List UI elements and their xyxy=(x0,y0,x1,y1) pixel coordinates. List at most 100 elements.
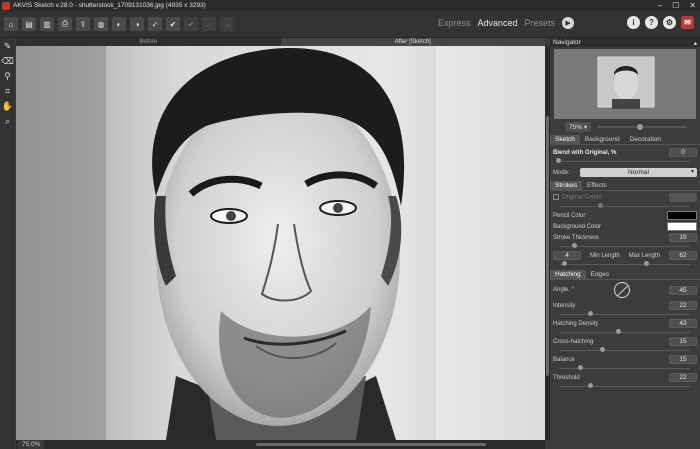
blend-mode-select[interactable]: Normal ▾ xyxy=(580,168,697,177)
app-icon xyxy=(2,1,10,10)
blend-value[interactable]: 0 xyxy=(669,148,697,157)
settings-disabled-icon: ✔ xyxy=(184,17,198,31)
intensity-label: Intensity xyxy=(553,302,576,309)
hatching-density-value[interactable]: 43 xyxy=(669,319,697,328)
navigator-zoom-select[interactable]: 75% ▾ xyxy=(565,122,592,132)
background-color-swatch[interactable] xyxy=(667,222,697,231)
navigator-zoom-slider[interactable] xyxy=(597,124,688,130)
pencil-tool-icon[interactable]: ✎ xyxy=(2,40,14,52)
batch-icon[interactable]: ◍ xyxy=(94,17,108,31)
threshold-value[interactable]: 22 xyxy=(669,373,697,382)
maximize-button[interactable]: ☐ xyxy=(672,1,679,10)
threshold-slider[interactable] xyxy=(560,383,690,390)
info-icon[interactable]: i xyxy=(627,16,640,29)
horizontal-scroll-thumb[interactable] xyxy=(256,443,486,446)
pencil-color-label: Pencil Color xyxy=(553,212,586,219)
original-colors-slider xyxy=(560,203,690,210)
cross-hatching-label: Cross-hatching xyxy=(553,338,594,345)
run-play-icon[interactable]: ▶ xyxy=(562,17,575,29)
settings-panel: Navigator ▴ 75% ▾ Sketch Background Deco… xyxy=(550,38,700,449)
vertical-scroll-thumb[interactable] xyxy=(546,116,549,376)
close-button[interactable]: ✕ xyxy=(689,1,696,10)
tab-hatching[interactable]: Hatching xyxy=(550,270,586,279)
mode-express[interactable]: Express xyxy=(438,18,471,28)
min-length-value[interactable]: 4 xyxy=(553,251,581,260)
max-length-label: Max Length xyxy=(628,252,661,259)
sketch-portrait-image xyxy=(16,46,545,440)
cross-hatching-slider[interactable] xyxy=(560,347,690,354)
tab-after-sketch[interactable]: After [Sketch] xyxy=(280,38,545,46)
zoom-level[interactable]: 75.0% xyxy=(18,440,45,449)
min-length-label: Min Length xyxy=(589,252,620,259)
load-strokes-icon[interactable]: ◐ xyxy=(112,17,126,31)
navigator-title: Navigator xyxy=(553,39,581,46)
original-colors-value xyxy=(669,193,697,202)
save-file-icon[interactable]: ▥ xyxy=(40,17,54,31)
balance-value[interactable]: 15 xyxy=(669,355,697,364)
tab-strokes[interactable]: Strokes xyxy=(550,181,583,190)
navigator-header: Navigator ▴ xyxy=(550,38,700,47)
original-colors-label: Original Colors xyxy=(562,194,602,201)
share-icon[interactable]: ⇪ xyxy=(76,17,90,31)
undo-icon[interactable]: ← xyxy=(202,17,216,31)
stamp-tool-icon[interactable]: ⚲ xyxy=(2,70,14,82)
hatching-tabs: Hatching Edges xyxy=(550,270,700,280)
stroke-tabs: Strokes Effects xyxy=(550,181,700,191)
save-strokes-icon[interactable]: ◑ xyxy=(130,17,144,31)
threshold-label: Threshold xyxy=(553,374,580,381)
window-title: AKVIS Sketch v.28.0 - shutterstock_17091… xyxy=(13,2,206,9)
tools-panel: ✎ ⌫ ⚲ ⌗ ✋ ⌕ xyxy=(0,38,15,449)
balance-label: Balance xyxy=(553,356,575,363)
zoom-tool-icon[interactable]: ⌕ xyxy=(2,115,14,127)
balance-slider[interactable] xyxy=(560,365,690,372)
stroke-thickness-slider[interactable] xyxy=(560,243,690,250)
home-icon[interactable]: ⌂ xyxy=(4,17,18,31)
tab-effects[interactable]: Effects xyxy=(582,181,612,190)
eraser-tool-icon[interactable]: ⌫ xyxy=(1,55,14,67)
stroke-thickness-value[interactable]: 19 xyxy=(669,233,697,242)
mode-presets[interactable]: Presets xyxy=(525,18,556,28)
preview-check-icon[interactable]: ✔ xyxy=(166,17,180,31)
tab-edges[interactable]: Edges xyxy=(586,270,614,279)
print-icon[interactable]: ⎙ xyxy=(58,17,72,31)
tab-sketch[interactable]: Sketch xyxy=(550,135,580,144)
open-file-icon[interactable]: ▤ xyxy=(22,17,36,31)
hatching-density-label: Hatching Density xyxy=(553,320,599,327)
intensity-value[interactable]: 22 xyxy=(669,301,697,310)
navigator-preview[interactable] xyxy=(554,49,696,119)
angle-label: Angle, ° xyxy=(553,287,575,293)
view-tabs: Before After [Sketch] xyxy=(16,38,545,46)
status-bar: 75.0% xyxy=(16,440,545,449)
mode-advanced[interactable]: Advanced xyxy=(478,18,518,28)
blend-slider[interactable] xyxy=(556,158,690,165)
cross-hatching-value[interactable]: 15 xyxy=(669,337,697,346)
settings-tabs: Sketch Background Decoration xyxy=(550,135,700,145)
angle-value[interactable]: 45 xyxy=(669,285,697,295)
crop-tool-icon[interactable]: ⌗ xyxy=(2,85,14,97)
image-canvas[interactable] xyxy=(16,46,545,440)
title-bar: AKVIS Sketch v.28.0 - shutterstock_17091… xyxy=(0,0,700,11)
stroke-thickness-label: Stroke Thickness xyxy=(553,234,599,241)
redo-icon[interactable]: → xyxy=(220,17,234,31)
max-length-value[interactable]: 62 xyxy=(669,251,697,260)
minimize-button[interactable]: – xyxy=(658,1,662,10)
tab-decoration[interactable]: Decoration xyxy=(625,135,666,144)
angle-dial[interactable] xyxy=(613,282,630,298)
navigator-thumbnail xyxy=(554,49,696,119)
help-icon[interactable]: ? xyxy=(645,16,658,29)
akvis-feedback-icon[interactable]: ✉ xyxy=(681,16,694,29)
tab-before[interactable]: Before xyxy=(16,38,281,46)
collapse-icon[interactable]: ▴ xyxy=(694,39,697,47)
settings-gear-icon[interactable]: ⚙ xyxy=(663,16,676,29)
intensity-slider[interactable] xyxy=(560,311,690,318)
hatching-density-slider[interactable] xyxy=(560,329,690,336)
pencil-color-swatch[interactable] xyxy=(667,211,697,220)
blend-label: Blend with Original, % xyxy=(553,149,617,156)
hand-tool-icon[interactable]: ✋ xyxy=(2,100,14,112)
tab-background[interactable]: Background xyxy=(580,135,625,144)
apply-check-icon[interactable]: ✓ xyxy=(148,17,162,31)
navigator-zoom-knob[interactable] xyxy=(637,124,644,130)
mode-label: Mode: xyxy=(553,169,570,176)
original-colors-checkbox[interactable] xyxy=(553,194,559,201)
length-range-slider[interactable] xyxy=(560,261,690,268)
